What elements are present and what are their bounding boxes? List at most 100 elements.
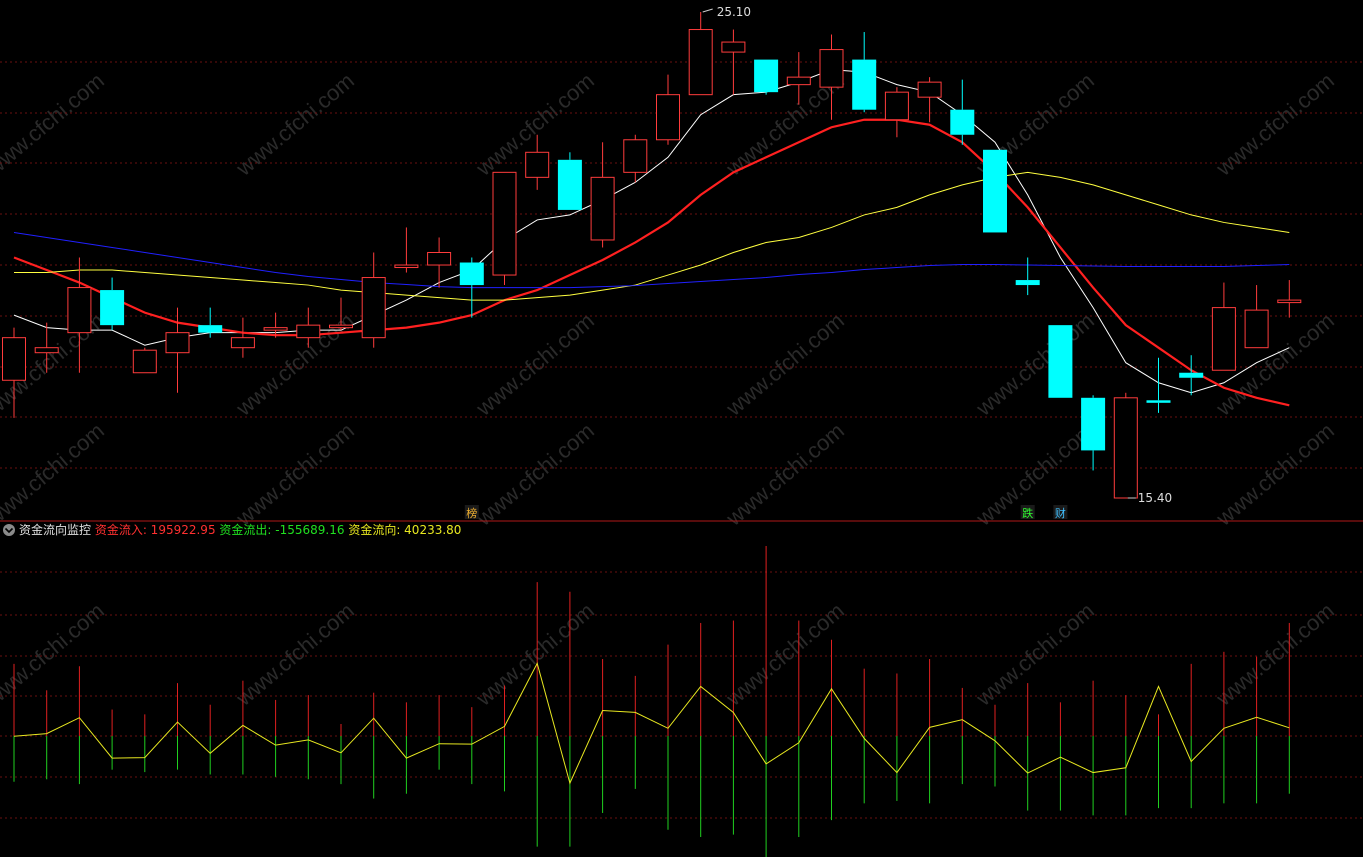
candle-body [1211, 307, 1236, 371]
candle-body [165, 332, 190, 354]
candle-body [263, 327, 288, 331]
candle [132, 347, 157, 374]
watermark-text: www.cfchi.com [721, 598, 849, 711]
candle-body [852, 59, 877, 110]
watermark-text: www.cfchi.com [721, 418, 849, 531]
candle-body [754, 59, 779, 93]
moving-averages [13, 69, 1290, 407]
candle [623, 134, 648, 183]
event-tag-label: 跌 [1022, 506, 1033, 520]
candle [230, 317, 255, 358]
candle-body [819, 49, 844, 88]
watermark-text: www.cfchi.com [971, 598, 1099, 711]
candle-body [786, 76, 811, 86]
collapse-toggle-icon[interactable] [3, 524, 15, 536]
candle-body [983, 149, 1007, 233]
candle-body [1015, 280, 1040, 286]
candle [1048, 325, 1073, 398]
candle-body [557, 159, 582, 210]
candle [361, 252, 386, 348]
event-tag: 跌 [1020, 505, 1035, 520]
candle [394, 227, 419, 273]
watermark-text: www.cfchi.com [231, 598, 359, 711]
event-tag-label: 榜 [466, 506, 477, 520]
candle-body [492, 171, 517, 276]
candle [917, 77, 942, 123]
legend-item: 资金流入: 195922.95 [95, 522, 220, 537]
event-tag: 财 [1053, 505, 1068, 520]
candle-body [1244, 309, 1269, 349]
candle [1211, 282, 1236, 371]
high-price-label: 25.10 [717, 5, 751, 19]
candle [1113, 392, 1138, 499]
candle [100, 277, 125, 331]
candle [590, 142, 615, 248]
candle [852, 32, 877, 113]
watermark-text: www.cfchi.com [971, 308, 1099, 421]
candle-body [132, 349, 157, 374]
indicator-title: 资金流向监控 [19, 522, 95, 537]
grid-lines [0, 61, 1363, 819]
watermark-text: www.cfchi.com [971, 418, 1099, 531]
watermark-text: www.cfchi.com [471, 308, 599, 421]
low-price-label: 15.40 [1138, 491, 1172, 505]
chart-canvas: www.cfchi.com www.cfchi.com www.cfchi.com w… [0, 5, 1363, 857]
indicator-legend: 资金流向监控 资金流入: 195922.95 资金流出: -155689.16 … [19, 522, 461, 537]
watermark-text: www.cfchi.com [1211, 598, 1339, 711]
candle [1015, 257, 1040, 296]
candle [1179, 355, 1204, 396]
high-marker-arrow [702, 8, 713, 13]
candle-body [34, 347, 59, 354]
indicator-header: 资金流向监控 资金流入: 195922.95 资金流出: -155689.16 … [3, 522, 461, 537]
candle [656, 74, 680, 145]
candle [688, 12, 713, 96]
candle-body [2, 337, 26, 381]
candle [950, 79, 975, 145]
candle-body [296, 324, 321, 339]
candle [1081, 395, 1106, 471]
candle-body [329, 324, 353, 329]
flow-bars [13, 546, 1290, 857]
candle-body [950, 109, 975, 135]
candle [427, 237, 452, 288]
candle-body [884, 91, 909, 121]
candle-body [394, 264, 419, 269]
event-tag: 榜 [464, 505, 479, 520]
watermark-text: www.cfchi.com [1211, 418, 1339, 531]
candle [983, 149, 1007, 233]
candle-body [590, 176, 615, 241]
watermark-text: www.cfchi.com [0, 418, 109, 531]
candle [1244, 285, 1269, 349]
candle-body [230, 337, 255, 349]
candle-body [100, 290, 125, 326]
watermark-text: www.cfchi.com [231, 68, 359, 181]
candle [198, 307, 223, 338]
candle [329, 297, 353, 331]
watermark-text: www.cfchi.com [231, 418, 359, 531]
ma-line-2 [14, 171, 1290, 301]
ma-line-3 [13, 231, 1290, 289]
candle [884, 87, 909, 138]
candle-body [427, 251, 452, 266]
candle-body [656, 94, 680, 141]
candle-body [688, 29, 713, 96]
candle-body [198, 325, 223, 333]
candle-body [917, 81, 942, 98]
candle-body [1113, 397, 1138, 499]
watermark-text: www.cfchi.com [721, 308, 849, 421]
candle-body [1081, 397, 1106, 451]
net-flow-line [13, 662, 1290, 785]
watermark-text: www.cfchi.com [471, 418, 599, 531]
candle [492, 171, 517, 286]
candle [754, 59, 779, 95]
watermark-text: www.cfchi.com [1211, 68, 1339, 181]
candle-body [1277, 299, 1302, 304]
watermark-text: www.cfchi.com [0, 68, 109, 181]
candle-body [459, 262, 484, 286]
candle-body [1048, 325, 1073, 398]
candle [557, 152, 582, 210]
candle-body [361, 277, 386, 339]
candle-body [623, 139, 648, 173]
candlesticks [2, 12, 1302, 499]
legend-item: 资金流向: 40233.80 [348, 522, 461, 537]
